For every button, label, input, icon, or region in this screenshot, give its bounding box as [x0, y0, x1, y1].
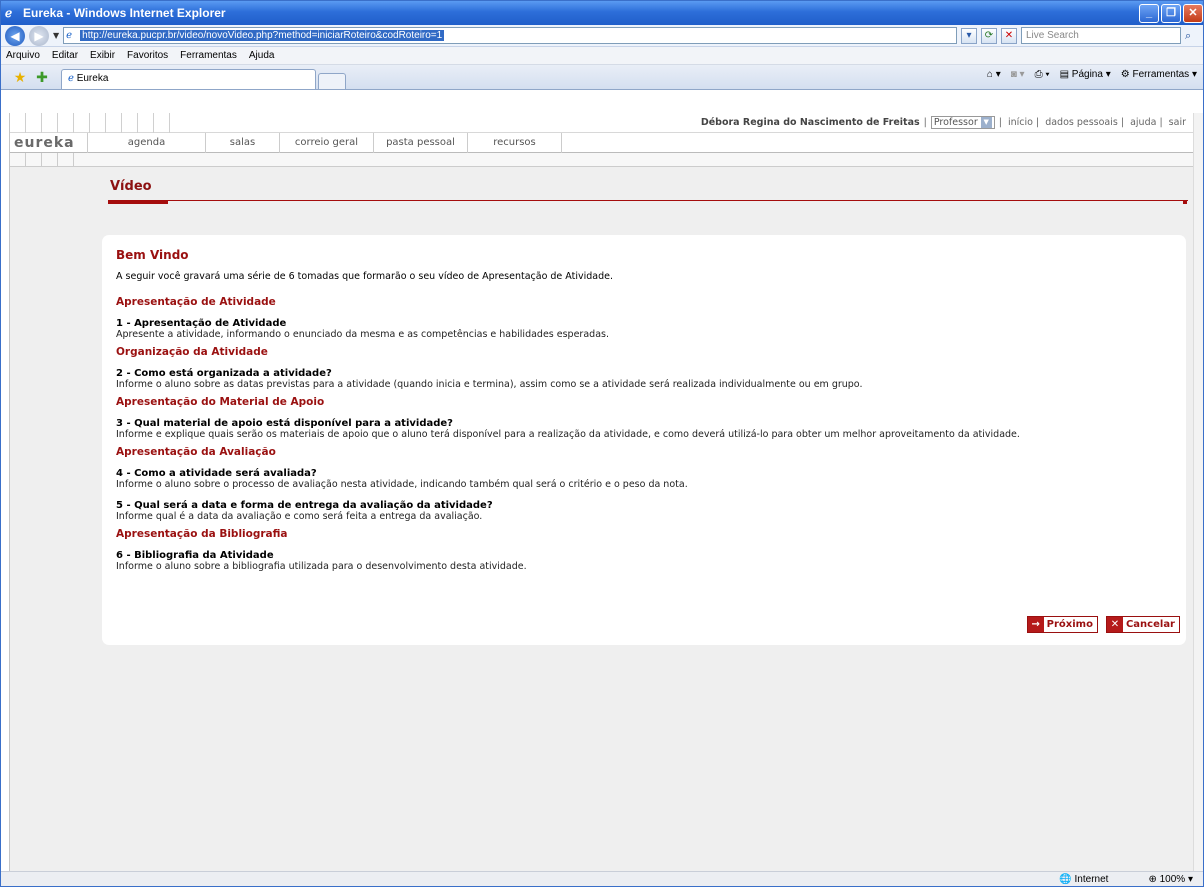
minimize-button[interactable]: _: [1139, 3, 1159, 23]
search-input[interactable]: Live Search: [1021, 27, 1181, 44]
favorites-star-icon[interactable]: ★: [9, 67, 31, 89]
step-title: 3 - Qual material de apoio está disponív…: [116, 418, 453, 429]
section-title: Organização da Atividade: [116, 346, 268, 358]
link-sair[interactable]: sair: [1169, 117, 1186, 128]
nav-salas[interactable]: salas: [206, 132, 280, 153]
close-button[interactable]: ✕: [1183, 3, 1203, 23]
tab-label: Eureka: [76, 73, 109, 84]
menu-editar[interactable]: Editar: [52, 50, 78, 61]
card-title: Bem Vindo: [116, 248, 189, 262]
search-icon[interactable]: ⌕: [1185, 29, 1199, 43]
command-bar: ⌂ ▾ ◙ ▾ ⎙ ▾ ▤ Página ▾ ⚙ Ferramentas ▾: [987, 69, 1197, 80]
step-description: Informe e explique quais serão os materi…: [116, 429, 1020, 440]
page-title: Vídeo: [110, 179, 152, 194]
next-label: Próximo: [1046, 619, 1093, 630]
stop-button[interactable]: ✕: [1001, 27, 1017, 44]
history-dropdown-icon[interactable]: ▼: [53, 31, 59, 40]
step-title: 2 - Como está organizada a atividade?: [116, 368, 332, 379]
tab-page-icon: ℯ: [68, 73, 74, 84]
vertical-scrollbar[interactable]: [1193, 113, 1203, 873]
eureka-nav: eureka agenda salas correio geral pasta …: [10, 132, 1195, 153]
menu-ferramentas[interactable]: Ferramentas: [180, 50, 237, 61]
link-dados-pessoais[interactable]: dados pessoais: [1045, 117, 1118, 128]
section-title: Apresentação da Avaliação: [116, 446, 276, 458]
refresh-button[interactable]: ⟳: [981, 27, 997, 44]
zone-indicator: 🌐 Internet: [1059, 874, 1108, 885]
welcome-card: Bem Vindo A seguir você gravará uma séri…: [102, 235, 1186, 645]
menu-exibir[interactable]: Exibir: [90, 50, 115, 61]
nav-recursos[interactable]: recursos: [468, 132, 562, 153]
card-intro: A seguir você gravará uma série de 6 tom…: [116, 271, 613, 282]
step-description: Informe o aluno sobre a bibliografia uti…: [116, 561, 527, 572]
eureka-subbar: [10, 153, 1195, 167]
url-field[interactable]: ℯ http://eureka.pucpr.br/video/novoVideo…: [63, 27, 957, 44]
title-corner: [1183, 200, 1187, 204]
home-icon[interactable]: ⌂ ▾: [987, 69, 1001, 80]
new-tab-button[interactable]: [318, 73, 346, 89]
page-menu[interactable]: ▤ Página ▾: [1060, 69, 1111, 80]
status-bar: 🌐 Internet ⊕ 100% ▾: [1, 871, 1203, 886]
eureka-top-bar: Débora Regina do Nascimento de Freitas |…: [10, 113, 1195, 133]
menu-ajuda[interactable]: Ajuda: [249, 50, 275, 61]
link-inicio[interactable]: início: [1008, 117, 1033, 128]
step-title: 1 - Apresentação de Atividade: [116, 318, 287, 329]
zoom-control[interactable]: ⊕ 100% ▾: [1148, 874, 1193, 885]
step-description: Informe qual é a data da avaliação e com…: [116, 511, 483, 522]
title-divider: [108, 200, 1188, 201]
url-text: http://eureka.pucpr.br/video/novoVideo.p…: [80, 30, 445, 41]
globe-icon: 🌐: [1059, 873, 1072, 885]
feeds-icon[interactable]: ◙ ▾: [1011, 69, 1025, 80]
eureka-logo[interactable]: eureka: [10, 132, 88, 153]
role-value: Professor: [933, 117, 978, 128]
chevron-down-icon: ▼: [980, 117, 992, 128]
back-button[interactable]: ◀: [5, 25, 25, 46]
role-select[interactable]: Professor ▼: [930, 116, 995, 129]
print-icon[interactable]: ⎙ ▾: [1035, 69, 1050, 80]
nav-pasta-pessoal[interactable]: pasta pessoal: [374, 132, 468, 153]
title-accent: [108, 201, 168, 204]
forward-button[interactable]: ▶: [29, 25, 49, 46]
zoom-level: 100%: [1159, 873, 1186, 885]
tools-menu[interactable]: ⚙ Ferramentas ▾: [1121, 69, 1197, 80]
menu-arquivo[interactable]: Arquivo: [6, 50, 40, 61]
step-description: Informe o aluno sobre o processo de aval…: [116, 479, 688, 490]
step-title: 5 - Qual será a data e forma de entrega …: [116, 500, 493, 511]
section-title: Apresentação do Material de Apoio: [116, 396, 325, 408]
nav-agenda[interactable]: agenda: [88, 132, 206, 153]
cancel-label: Cancelar: [1125, 619, 1175, 630]
page-content: Débora Regina do Nascimento de Freitas |…: [9, 113, 1195, 873]
step-title: 4 - Como a atividade será avaliada?: [116, 468, 317, 479]
section-title: Apresentação de Atividade: [116, 296, 276, 308]
step-description: Informe o aluno sobre as datas previstas…: [116, 379, 863, 390]
tab-bar: ★ ✚ ℯ Eureka ⌂ ▾ ◙ ▾ ⎙ ▾ ▤ Página ▾ ⚙ Fe…: [1, 65, 1203, 90]
menu-favoritos[interactable]: Favoritos: [127, 50, 168, 61]
user-name: Débora Regina do Nascimento de Freitas: [700, 117, 920, 128]
menu-bar: Arquivo Editar Exibir Favoritos Ferramen…: [1, 47, 1203, 65]
window-title: Eureka - Windows Internet Explorer: [23, 6, 226, 20]
address-bar: ◀ ▶ ▼ ℯ http://eureka.pucpr.br/video/nov…: [1, 25, 1203, 47]
link-ajuda[interactable]: ajuda: [1130, 117, 1156, 128]
arrow-right-icon: →: [1027, 617, 1044, 632]
tools-menu-label: Ferramentas: [1132, 69, 1190, 80]
next-button[interactable]: → Próximo: [1026, 616, 1098, 633]
page-icon: ℯ: [66, 29, 73, 41]
zone-label: Internet: [1074, 873, 1109, 885]
maximize-button[interactable]: ❐: [1161, 3, 1181, 23]
nav-correio-geral[interactable]: correio geral: [280, 132, 374, 153]
browser-window: ℯ Eureka - Windows Internet Explorer _ ❐…: [0, 0, 1204, 887]
close-icon: ✕: [1106, 617, 1123, 632]
ie-logo-icon: ℯ: [5, 6, 13, 20]
step-title: 6 - Bibliografia da Atividade: [116, 550, 274, 561]
url-dropdown-button[interactable]: ▾: [961, 27, 977, 44]
tab-eureka[interactable]: ℯ Eureka: [61, 69, 316, 89]
page-menu-label: Página: [1071, 69, 1103, 80]
step-description: Apresente a atividade, informando o enun…: [116, 329, 609, 340]
add-favorite-icon[interactable]: ✚: [31, 67, 53, 89]
section-title: Apresentação da Bibliografia: [116, 528, 288, 540]
title-bar: ℯ Eureka - Windows Internet Explorer _ ❐…: [1, 1, 1203, 25]
cancel-button[interactable]: ✕ Cancelar: [1105, 616, 1180, 633]
